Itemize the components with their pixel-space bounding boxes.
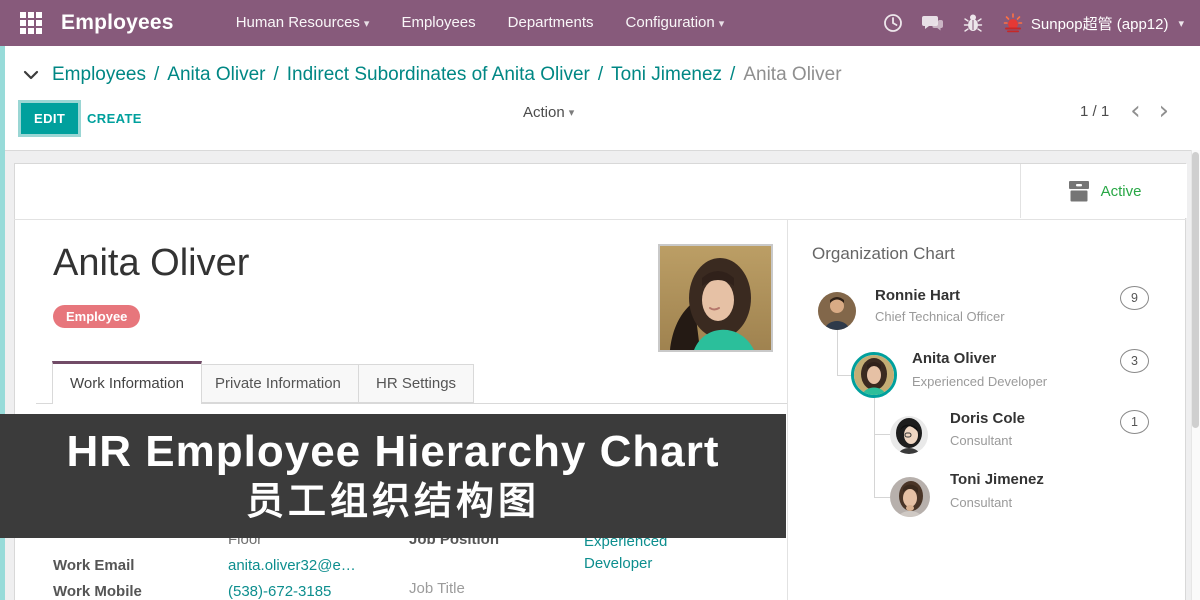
chevron-down-icon: ▾: [1178, 17, 1184, 30]
archive-box-icon: [1067, 179, 1091, 203]
org-connector-line: [837, 375, 851, 376]
chevron-down-icon[interactable]: [18, 65, 44, 85]
employee-name-title: Anita Oliver: [53, 242, 249, 285]
breadcrumb-separator: /: [598, 64, 603, 86]
menu-human-resources[interactable]: Human Resources ▾: [220, 0, 386, 47]
breadcrumb-link-employees[interactable]: Employees: [52, 64, 146, 86]
subordinate-count-badge[interactable]: 1: [1120, 410, 1149, 434]
tab-hr-settings[interactable]: HR Settings: [358, 364, 474, 403]
active-status-label: Active: [1101, 183, 1142, 200]
form-header-row: [14, 163, 1186, 220]
breadcrumb-link-toni-jimenez[interactable]: Toni Jimenez: [611, 64, 722, 86]
user-name: Sunpop超管 (app12): [1031, 13, 1169, 34]
scrollbar-thumb[interactable]: [1192, 152, 1199, 428]
breadcrumb: Employees / Anita Oliver / Indirect Subo…: [18, 64, 842, 86]
breadcrumb-separator: /: [730, 64, 735, 86]
employee-type-badge: Employee: [53, 305, 140, 328]
pager: 1 / 1 ‹ ›: [1080, 101, 1178, 121]
menu-label: Human Resources: [236, 14, 360, 31]
avatar-ronnie-hart[interactable]: [818, 292, 856, 330]
work-mobile-label: Work Mobile: [53, 583, 142, 600]
menu-label: Departments: [508, 14, 594, 31]
active-status-button[interactable]: Active: [1020, 164, 1187, 218]
navbar-right: Sunpop超管 (app12) ▾: [873, 0, 1200, 46]
breadcrumb-current: Anita Oliver: [743, 64, 841, 86]
activity-clock-icon[interactable]: [873, 0, 913, 46]
edit-button[interactable]: EDIT: [21, 103, 78, 134]
avatar-toni-jimenez[interactable]: [890, 477, 930, 517]
annotation-banner: HR Employee Hierarchy Chart 员工组织结构图: [0, 414, 786, 538]
avatar-doris-cole[interactable]: [890, 416, 928, 454]
breadcrumb-link-anita-oliver[interactable]: Anita Oliver: [167, 64, 265, 86]
menu-configuration[interactable]: Configuration ▾: [610, 0, 741, 47]
menu-label: Configuration: [626, 14, 715, 31]
work-mobile-value[interactable]: (538)-672-3185: [228, 583, 331, 600]
user-menu[interactable]: Sunpop超管 (app12) ▾: [1003, 13, 1184, 34]
chevron-left-icon[interactable]: ‹: [1121, 101, 1149, 121]
org-connector-line: [874, 497, 890, 498]
subordinate-count-badge[interactable]: 3: [1120, 349, 1149, 373]
avatar-anita-oliver[interactable]: [851, 352, 897, 398]
banner-title-zh: 员工组织结构图: [246, 478, 540, 526]
main-menu: Human Resources ▾ Employees Departments C…: [220, 0, 741, 46]
chevron-down-icon: ▾: [719, 18, 725, 30]
menu-employees[interactable]: Employees: [385, 0, 491, 46]
breadcrumb-link-indirect-subordinates[interactable]: Indirect Subordinates of Anita Oliver: [287, 64, 590, 86]
action-label: Action: [523, 104, 565, 121]
chevron-right-icon[interactable]: ›: [1150, 101, 1178, 121]
breadcrumb-separator: /: [154, 64, 159, 86]
breadcrumb-separator: /: [273, 64, 278, 86]
chevron-down-icon: ▾: [364, 18, 370, 30]
pager-count: 1 / 1: [1080, 103, 1109, 120]
org-connector-line: [874, 398, 875, 497]
debug-bug-icon[interactable]: [953, 0, 993, 46]
banner-title-en: HR Employee Hierarchy Chart: [67, 426, 720, 478]
subordinate-count-badge[interactable]: 9: [1120, 286, 1149, 310]
sun-logo-icon: [1003, 13, 1023, 33]
app-window: Employees Human Resources ▾ Employees Dep…: [0, 0, 1200, 600]
control-panel: Employees / Anita Oliver / Indirect Subo…: [5, 46, 1200, 151]
chevron-down-icon: ▾: [569, 106, 575, 119]
messages-icon[interactable]: [913, 0, 953, 46]
work-email-value[interactable]: anita.oliver32@e…: [228, 557, 356, 574]
work-email-label: Work Email: [53, 557, 134, 574]
employee-photo[interactable]: [658, 244, 773, 352]
menu-label: Employees: [401, 14, 475, 31]
apps-grid-icon[interactable]: [18, 10, 44, 36]
tab-private-information[interactable]: Private Information: [197, 364, 359, 403]
org-chart-title: Organization Chart: [812, 244, 955, 264]
org-connector-line: [837, 330, 838, 376]
app-brand-title: Employees: [61, 11, 174, 35]
menu-departments[interactable]: Departments: [492, 0, 610, 46]
org-connector-line: [874, 434, 890, 435]
panel-divider: [787, 219, 788, 600]
action-dropdown[interactable]: Action ▾: [523, 104, 574, 121]
top-navbar: Employees Human Resources ▾ Employees Dep…: [0, 0, 1200, 46]
create-button[interactable]: CREATE: [77, 103, 152, 134]
tab-work-information[interactable]: Work Information: [52, 361, 202, 404]
job-title-label: Job Title: [409, 580, 465, 597]
